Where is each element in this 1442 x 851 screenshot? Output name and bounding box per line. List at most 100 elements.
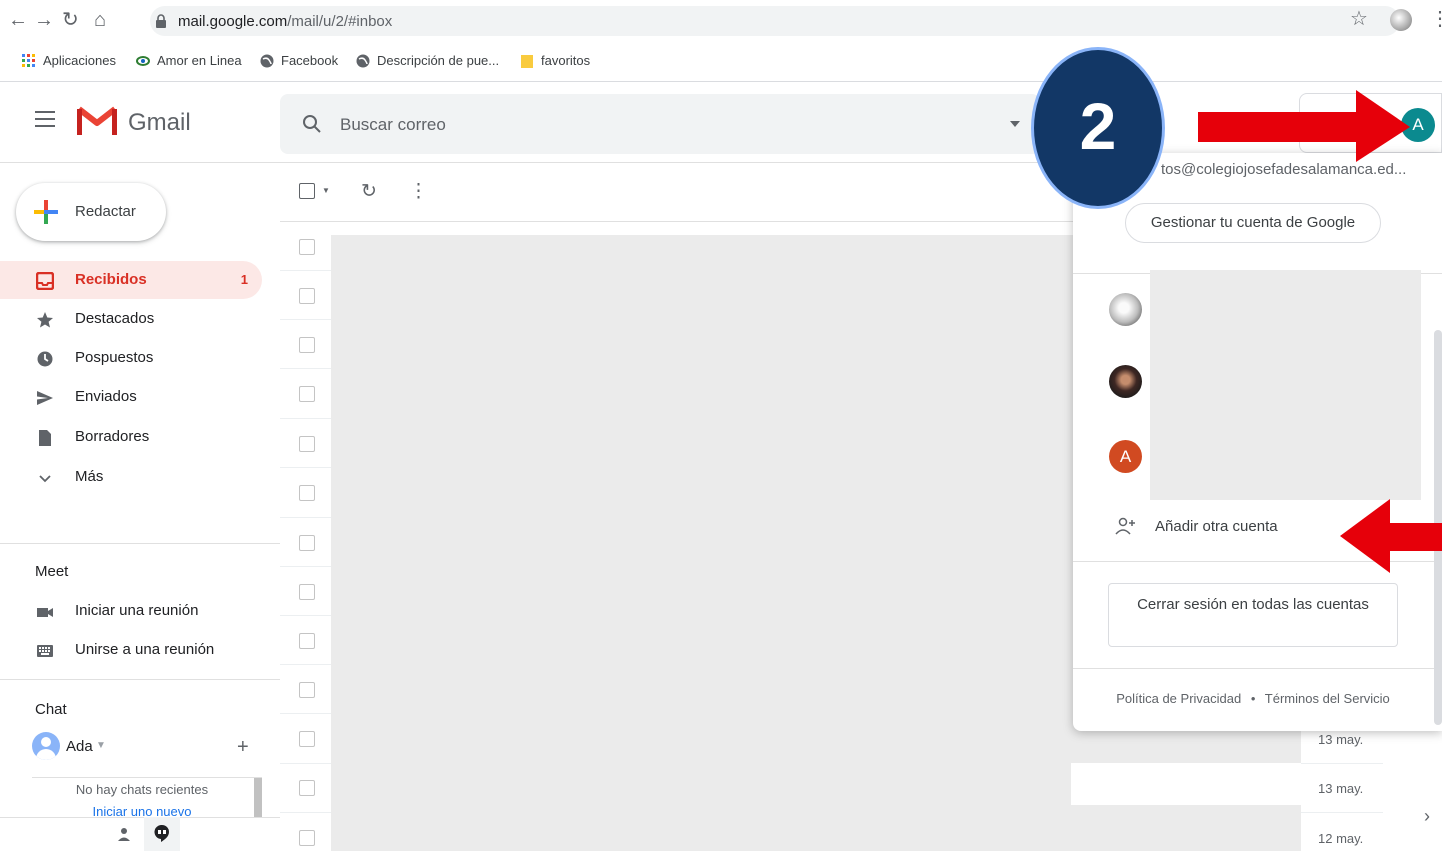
forward-icon[interactable]: → [34,10,54,30]
account-avatar[interactable]: A [1109,440,1142,473]
row-checkbox[interactable] [299,386,315,402]
add-account-label: Añadir otra cuenta [1155,518,1278,535]
privacy-link[interactable]: Política de Privacidad [1116,691,1241,706]
sidebar-item-label: Recibidos [75,271,147,288]
search-options-icon[interactable] [1010,121,1020,127]
sidebar-item-label: Borradores [75,428,150,445]
more-actions-icon[interactable]: ⋮ [409,180,428,203]
gmail-logo-icon[interactable] [77,103,117,137]
site-icon [136,55,150,66]
row-checkbox[interactable] [299,288,315,304]
browser-menu-icon[interactable]: ⋮ [1430,9,1442,29]
bookmark-apps[interactable]: Aplicaciones [22,53,116,68]
reload-icon[interactable]: ↻ [62,10,79,30]
url-text: mail.google.com/mail/u/2/#inbox [178,13,392,30]
chat-status-dropdown-icon[interactable]: ▼ [96,740,106,751]
sidebar-item-drafts[interactable]: Borradores [0,418,262,456]
side-panel-toggle-icon[interactable]: › [1424,806,1430,827]
search-bar[interactable]: Buscar correo [280,94,1040,154]
signout-all-button[interactable]: Cerrar sesión en todas las cuentas [1108,583,1398,647]
chat-scrollbar[interactable] [254,778,262,817]
url-host: mail.google.com [178,13,288,30]
select-dropdown-icon[interactable]: ▼ [322,186,330,195]
row-checkbox[interactable] [299,780,315,796]
sidebar-divider [0,543,280,544]
row-checkbox[interactable] [299,535,315,551]
chevron-down-icon [39,475,51,483]
search-input[interactable]: Buscar correo [340,115,446,135]
meet-new-meeting[interactable]: Iniciar una reunión [0,592,262,630]
footer-separator: • [1250,691,1256,706]
start-new-chat-link[interactable]: Iniciar uno nuevo [32,804,252,817]
person-icon[interactable] [116,826,132,842]
popup-divider [1073,668,1442,669]
sidebar-item-sent[interactable]: Enviados [0,378,262,416]
bookmarks-bar: Aplicaciones Amor en Linea Facebook Desc… [0,42,1442,82]
arrow-right-icon [1198,90,1410,162]
new-chat-plus-icon[interactable]: + [237,736,249,759]
account-email: tos@colegiojosefadesalamanca.ed... [1161,161,1407,178]
unread-count: 1 [240,272,248,287]
folder-icon [521,54,533,68]
apps-grid-icon [22,53,35,67]
back-icon[interactable]: ← [8,10,28,30]
email-date: 13 may. [1318,781,1364,796]
profile-icon[interactable] [1390,9,1412,31]
send-icon [37,391,53,405]
row-checkbox[interactable] [299,239,315,255]
bookmark-label: Facebook [281,53,339,68]
keyboard-icon [37,645,53,657]
sidebar-divider [0,817,280,818]
chat-user-avatar[interactable] [32,732,60,760]
bookmark-label: Descripción de pue... [377,53,500,68]
row-checkbox[interactable] [299,731,315,747]
account-avatar[interactable] [1109,365,1142,398]
sidebar-item-label: Pospuestos [75,349,154,366]
sidebar-divider [0,679,280,680]
chat-user-name[interactable]: Ada [66,738,93,755]
add-person-icon [1115,517,1135,535]
step-number-badge: 2 [1031,47,1165,209]
row-checkbox[interactable] [299,584,315,600]
row-checkbox[interactable] [299,485,315,501]
bookmark-favoritos[interactable]: favoritos [520,53,590,68]
select-all-checkbox[interactable] [299,183,315,199]
bookmark-descripcion[interactable]: Descripción de pue... [356,53,499,68]
sidebar-item-starred[interactable]: Destacados [0,300,262,338]
address-bar[interactable]: mail.google.com/mail/u/2/#inbox [150,6,1400,36]
bookmark-amor-en-linea[interactable]: Amor en Linea [136,53,242,68]
terms-link[interactable]: Términos del Servicio [1265,691,1390,706]
no-chats-text: No hay chats recientes [75,782,209,797]
sidebar-item-snoozed[interactable]: Pospuestos [0,339,262,377]
search-icon[interactable] [302,114,322,134]
bookmark-label: Amor en Linea [157,53,242,68]
redacted-accounts [1150,270,1421,500]
row-checkbox[interactable] [299,337,315,353]
bookmark-facebook[interactable]: Facebook [260,53,338,68]
plus-icon [34,200,58,224]
row-checkbox[interactable] [299,633,315,649]
account-avatar[interactable] [1109,293,1142,326]
hangouts-tab[interactable] [144,817,180,851]
meet-join-meeting[interactable]: Unirse a una reunión [0,631,262,669]
manage-account-button[interactable]: Gestionar tu cuenta de Google [1125,203,1381,243]
row-gap [1071,763,1301,805]
home-icon[interactable]: ⌂ [94,10,106,30]
row-checkbox[interactable] [299,682,315,698]
row-checkbox[interactable] [299,436,315,452]
globe-icon [260,54,274,67]
star-icon [37,312,53,328]
lock-icon [156,14,166,28]
main-menu-icon[interactable] [35,111,55,127]
sidebar-item-more[interactable]: Más [0,458,262,496]
clock-icon [37,351,53,367]
sidebar-item-label: Destacados [75,310,155,327]
chat-list: No hay chats recientes Iniciar uno nuevo [32,777,262,817]
row-checkbox[interactable] [299,830,315,846]
url-path: /mail/u/2/#inbox [287,13,393,30]
refresh-icon[interactable]: ↻ [361,180,377,203]
sidebar-item-inbox[interactable]: Recibidos 1 [0,261,262,299]
compose-button[interactable]: Redactar [16,183,166,241]
star-icon[interactable]: ☆ [1350,9,1368,29]
meet-item-label: Unirse a una reunión [75,641,215,658]
